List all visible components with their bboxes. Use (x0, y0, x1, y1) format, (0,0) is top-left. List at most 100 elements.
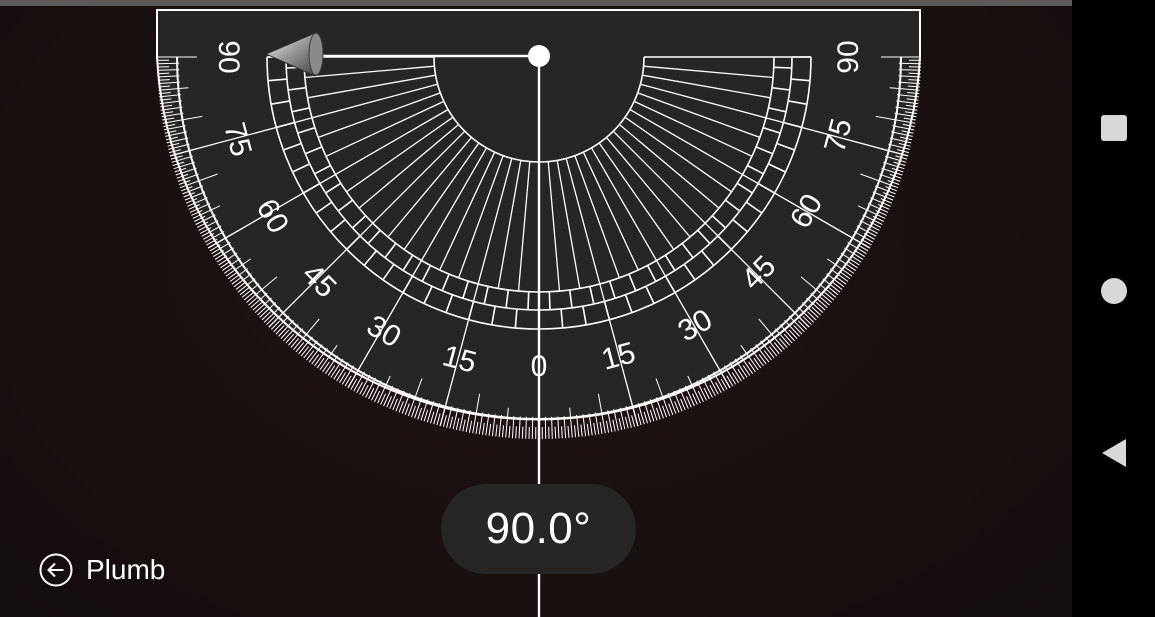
degree-tick (295, 342, 305, 353)
degree-tick (788, 329, 798, 339)
degree-tick (824, 291, 835, 301)
degree-tick (235, 281, 246, 290)
degree-tick (521, 426, 524, 439)
degree-tick (567, 425, 570, 438)
scale-label-left-90: 90 (212, 40, 245, 73)
degree-tick (768, 346, 778, 357)
degree-tick (807, 311, 817, 321)
degree-tick (649, 409, 655, 422)
degree-tick (802, 315, 812, 326)
degree-tick (280, 329, 290, 339)
degree-tick (605, 420, 610, 433)
pivot-dot (528, 45, 550, 67)
band-cell-divider (548, 291, 551, 310)
degree-tick (300, 346, 310, 357)
degree-tick (586, 423, 590, 436)
degree-tick (612, 419, 616, 432)
degree-tick (836, 276, 847, 285)
degree-tick (742, 365, 751, 376)
degree-tick (475, 421, 479, 434)
degree-tick (455, 418, 460, 431)
degree-tick (561, 426, 563, 439)
degree-tick (270, 320, 281, 330)
degree-tick (462, 419, 466, 432)
degree-tick (231, 276, 242, 285)
degree-tick (311, 354, 320, 365)
degree-tick (430, 411, 435, 424)
square-icon (1100, 115, 1127, 141)
degree-tick (275, 325, 285, 335)
degree-tick (551, 416, 553, 439)
degree-tick (811, 306, 821, 316)
degree-tick (574, 425, 577, 438)
degree-tick (624, 416, 629, 429)
degree-tick (898, 69, 921, 71)
degree-tick (655, 407, 661, 420)
degree-tick (482, 422, 485, 435)
degree-tick (643, 411, 648, 424)
band-cell-divider (527, 291, 530, 310)
degree-tick (618, 418, 623, 431)
degree-tick (773, 342, 783, 353)
degree-tick (257, 306, 267, 316)
degree-tick (554, 426, 557, 439)
degree-tick (316, 357, 325, 369)
recents-button[interactable] (1072, 96, 1155, 160)
degree-tick (753, 357, 762, 369)
degree-tick (248, 296, 258, 306)
degree-tick (839, 271, 851, 280)
degree-tick (157, 79, 170, 81)
degree-tick (631, 415, 636, 427)
plumb-back-button[interactable]: Plumb (38, 548, 165, 592)
degree-tick (843, 266, 855, 274)
degree-tick (290, 338, 300, 348)
degree-tick (442, 415, 447, 427)
degree-tick (266, 315, 276, 326)
degree-tick (508, 425, 511, 438)
scale-label-right-90: 90 (832, 40, 865, 73)
angle-readout-pill: 90.0° (441, 484, 636, 574)
plumb-label: Plumb (86, 554, 166, 585)
degree-tick (515, 426, 517, 439)
degree-tick (748, 361, 756, 373)
degree-tick (261, 311, 271, 321)
degree-tick (832, 281, 843, 290)
degree-tick (778, 338, 788, 348)
degree-tick (593, 422, 596, 435)
degree-tick (243, 291, 254, 301)
band-cell-divider (773, 66, 792, 69)
degree-tick (157, 69, 180, 71)
back-arrow-circle-icon (39, 553, 73, 587)
degree-tick (223, 266, 235, 274)
degree-tick (815, 301, 826, 311)
degree-tick (637, 413, 642, 426)
degree-tick (157, 72, 170, 75)
degree-tick (423, 409, 429, 422)
degree-tick (252, 301, 263, 311)
degree-tick (417, 407, 423, 420)
degree-tick (449, 416, 454, 429)
circle-icon (1100, 278, 1127, 304)
system-navigation-bar (1072, 0, 1155, 617)
degree-tick (306, 350, 315, 361)
degree-tick (327, 365, 336, 376)
degree-tick (662, 405, 667, 418)
degree-tick (908, 72, 921, 75)
degree-tick (411, 405, 416, 418)
degree-tick (783, 333, 793, 344)
degree-tick (220, 260, 231, 269)
home-button[interactable] (1072, 259, 1155, 323)
degree-tick (847, 260, 858, 269)
degree-tick (436, 413, 441, 426)
degree-tick (793, 325, 803, 335)
degree-tick (525, 416, 527, 439)
degree-tick (820, 296, 830, 306)
system-back-button[interactable] (1072, 421, 1155, 485)
triangle-back-icon (1101, 439, 1126, 467)
degree-tick (227, 271, 239, 280)
degree-tick (501, 425, 504, 438)
angle-readout: 90.0° (485, 504, 592, 553)
degree-tick (580, 424, 583, 437)
degree-tick (322, 361, 330, 373)
degree-tick (828, 286, 839, 296)
